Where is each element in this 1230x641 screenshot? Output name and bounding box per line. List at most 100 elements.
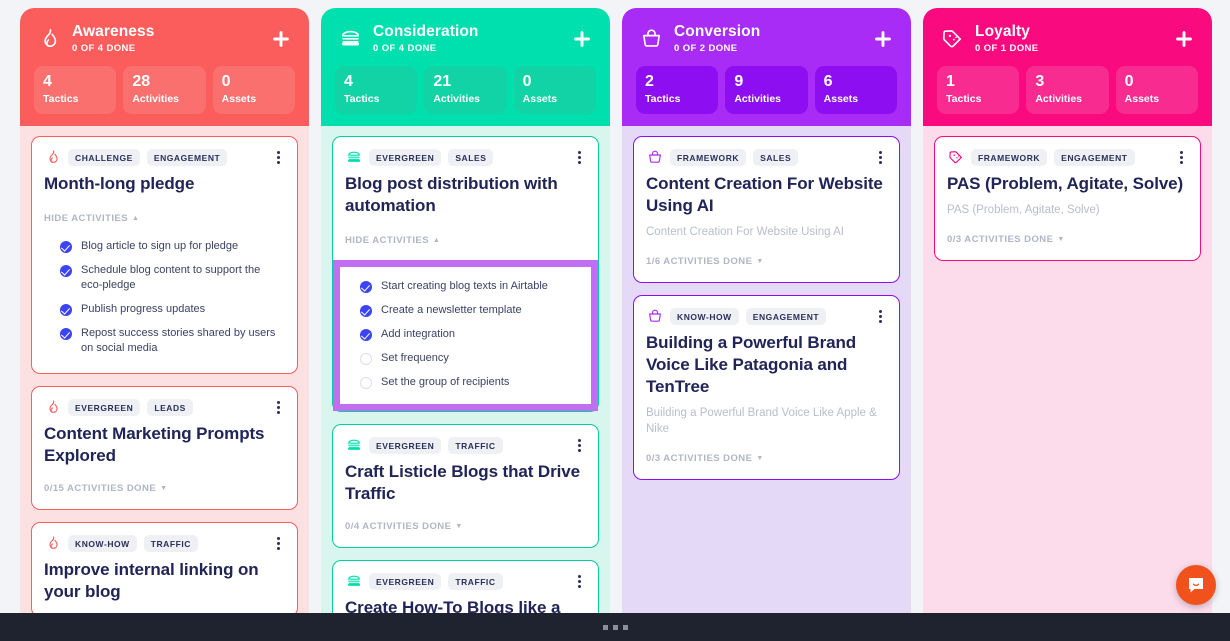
- flame-icon: [48, 150, 58, 163]
- card-menu-icon[interactable]: [271, 398, 285, 416]
- tactic-card[interactable]: KNOW-HOW TRAFFIC Improve internal linking …: [31, 522, 298, 617]
- activity-item[interactable]: Create a newsletter template: [360, 303, 577, 318]
- flame-icon: [44, 149, 61, 166]
- card-tag[interactable]: SALES: [753, 148, 799, 166]
- card-menu-icon[interactable]: [873, 148, 887, 166]
- stat-label: Tactics: [946, 93, 982, 105]
- card-description: Building a Powerful Brand Voice Like App…: [646, 407, 877, 435]
- checkbox-unchecked-icon[interactable]: [360, 377, 372, 389]
- column-title: Loyalty: [975, 23, 1030, 40]
- card-menu-icon[interactable]: [1174, 148, 1188, 166]
- chevron-up-icon: ▲: [433, 237, 441, 244]
- activity-item[interactable]: Add integration: [360, 327, 577, 342]
- activity-item[interactable]: Schedule blog content to support the eco…: [60, 263, 283, 293]
- stat-value: 2: [645, 73, 654, 90]
- card-tag[interactable]: TRAFFIC: [448, 436, 503, 454]
- add-tactic-button-consideration[interactable]: [568, 25, 596, 53]
- activity-label: Start creating blog texts in Airtable: [381, 280, 548, 292]
- card-menu-icon[interactable]: [572, 572, 586, 590]
- tactic-card[interactable]: EVERGREEN LEADS Content Marketing Prompts …: [31, 386, 298, 510]
- drag-handle-dot: [612, 624, 618, 630]
- card-tag[interactable]: LEADS: [147, 398, 193, 416]
- dot: [276, 405, 280, 409]
- card-menu-icon[interactable]: [572, 148, 586, 166]
- activity-item[interactable]: Repost success stories shared by users o…: [60, 326, 283, 356]
- stat-assets: 0 Assets: [212, 66, 295, 114]
- column-cards-consideration: EVERGREEN SALES Blog post distribution wit…: [321, 126, 610, 641]
- add-tactic-button-awareness[interactable]: [267, 25, 295, 53]
- card-tag[interactable]: ENGAGEMENT: [146, 148, 228, 166]
- card-menu-icon[interactable]: [271, 534, 285, 552]
- card-activities-label: 0/4 ACTIVITIES DONE: [345, 521, 452, 532]
- card-tag[interactable]: TRAFFIC: [143, 534, 198, 552]
- card-tag[interactable]: EVERGREEN: [369, 436, 442, 454]
- card-menu-icon[interactable]: [572, 436, 586, 454]
- stat-value: 3: [1035, 73, 1045, 90]
- drag-handle-dot: [622, 624, 628, 630]
- card-tag[interactable]: EVERGREEN: [68, 398, 141, 416]
- card-tag[interactable]: EVERGREEN: [369, 148, 442, 166]
- burger-icon: [347, 439, 360, 450]
- stat-activities: 21 Activities: [424, 66, 507, 114]
- burger-icon: [345, 573, 362, 590]
- dot: [577, 155, 581, 159]
- card-title: Content Creation For Website Using AI: [646, 174, 883, 215]
- card-tag[interactable]: KNOW-HOW: [670, 307, 739, 325]
- checkbox-checked-icon[interactable]: [60, 265, 72, 277]
- column-cards-conversion: FRAMEWORK SALES Content Creation For Websi…: [622, 126, 911, 641]
- card-tag[interactable]: FRAMEWORK: [971, 148, 1048, 166]
- stat-label: Assets: [1124, 93, 1160, 105]
- activity-item[interactable]: Start creating blog texts in Airtable: [360, 279, 577, 294]
- card-tag[interactable]: TRAFFIC: [448, 572, 503, 590]
- card-activities-toggle[interactable]: HIDE ACTIVITIES ▲: [345, 235, 440, 246]
- card-tag[interactable]: KNOW-HOW: [68, 534, 137, 552]
- card-tag[interactable]: CHALLENGE: [68, 148, 140, 166]
- tactic-card[interactable]: KNOW-HOW ENGAGEMENT Building a Powerful Br…: [633, 295, 900, 480]
- bottom-bar[interactable]: [0, 613, 1230, 641]
- add-tactic-button-conversion[interactable]: [869, 25, 897, 53]
- card-activities-toggle[interactable]: 0/15 ACTIVITIES DONE ▼: [44, 483, 168, 494]
- stat-tactics: 1 Tactics: [937, 66, 1020, 114]
- activity-item[interactable]: Set the group of recipients: [360, 375, 577, 390]
- chat-bubble-icon: [1189, 578, 1203, 593]
- tactic-card[interactable]: FRAMEWORK SALES Content Creation For Websi…: [633, 136, 900, 283]
- column-title: Conversion: [674, 23, 761, 40]
- activity-item[interactable]: Set frequency: [360, 351, 577, 366]
- dot: [878, 314, 882, 318]
- tactic-card[interactable]: EVERGREEN SALES Blog post distribution wit…: [332, 136, 599, 412]
- stat-value: 0: [1124, 73, 1134, 90]
- add-tactic-button-loyalty[interactable]: [1170, 25, 1198, 53]
- column-cards-loyalty: FRAMEWORK ENGAGEMENT PAS (Problem, Agitate…: [923, 126, 1212, 641]
- card-tag[interactable]: EVERGREEN: [369, 572, 442, 590]
- column-title: Awareness: [72, 23, 155, 40]
- tactic-card[interactable]: FRAMEWORK ENGAGEMENT PAS (Problem, Agitate…: [934, 136, 1201, 261]
- checkbox-checked-icon[interactable]: [60, 241, 72, 253]
- checkbox-checked-icon[interactable]: [360, 329, 372, 341]
- card-tag[interactable]: ENGAGEMENT: [1054, 148, 1135, 166]
- tactic-card[interactable]: CHALLENGE ENGAGEMENT Month-long pledge HIDE…: [31, 136, 298, 374]
- basket-icon: [648, 309, 661, 322]
- card-title: Craft Listicle Blogs that Drive Traffic: [345, 462, 580, 503]
- card-activities-toggle[interactable]: 0/4 ACTIVITIES DONE ▼: [345, 521, 463, 532]
- checkbox-checked-icon[interactable]: [360, 305, 372, 317]
- card-activities-toggle[interactable]: HIDE ACTIVITIES ▲: [44, 213, 139, 224]
- card-menu-icon[interactable]: [271, 148, 285, 166]
- checkbox-unchecked-icon[interactable]: [360, 353, 372, 365]
- card-activities-toggle[interactable]: 0/3 ACTIVITIES DONE ▼: [646, 453, 764, 464]
- card-activities-toggle[interactable]: 1/6 ACTIVITIES DONE ▼: [646, 256, 764, 267]
- card-menu-icon[interactable]: [873, 307, 887, 325]
- card-tag[interactable]: FRAMEWORK: [670, 148, 747, 166]
- tactic-card[interactable]: EVERGREEN TRAFFIC Craft Listicle Blogs tha…: [332, 424, 599, 548]
- dot: [1179, 150, 1183, 154]
- checkbox-checked-icon[interactable]: [360, 281, 372, 293]
- basket-icon: [648, 150, 661, 163]
- card-tag[interactable]: ENGAGEMENT: [745, 307, 827, 325]
- checkbox-checked-icon[interactable]: [60, 304, 72, 316]
- activity-item[interactable]: Publish progress updates: [60, 302, 283, 317]
- checkbox-checked-icon[interactable]: [60, 328, 72, 340]
- card-tag[interactable]: SALES: [448, 148, 494, 166]
- chat-launcher-button[interactable]: [1176, 565, 1216, 605]
- card-activities-toggle[interactable]: 0/3 ACTIVITIES DONE ▼: [947, 234, 1065, 245]
- activity-item[interactable]: Blog article to sign up for pledge: [60, 239, 283, 254]
- card-description: Content Creation For Website Using AI: [646, 226, 844, 238]
